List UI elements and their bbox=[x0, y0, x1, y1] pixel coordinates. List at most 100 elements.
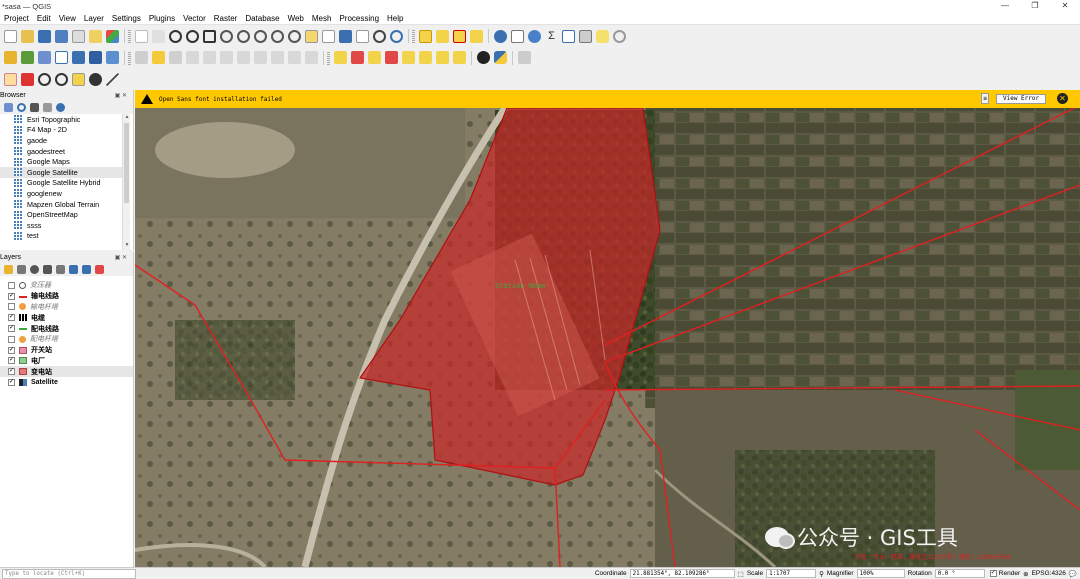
crs-label[interactable]: EPSG:4326 bbox=[1032, 570, 1066, 577]
collapse-all-icon[interactable] bbox=[43, 102, 52, 112]
zoom-full-icon[interactable] bbox=[203, 29, 216, 43]
open-layer-styling-icon[interactable] bbox=[4, 264, 13, 274]
map-tips-icon[interactable] bbox=[596, 29, 609, 43]
undo-icon[interactable] bbox=[288, 51, 301, 64]
zoom-selection-icon[interactable] bbox=[220, 29, 233, 43]
expand-all-icon[interactable] bbox=[69, 264, 78, 274]
browser-item[interactable]: gaode bbox=[0, 135, 124, 146]
layer-visibility-checkbox[interactable]: ✓ bbox=[8, 325, 15, 333]
bookmark-icon[interactable] bbox=[339, 29, 352, 43]
layer-visibility-checkbox[interactable] bbox=[8, 335, 15, 343]
zoom-to-point-icon[interactable] bbox=[55, 72, 68, 86]
browser-item[interactable]: Esri Topographic bbox=[0, 114, 124, 125]
zoom-out-icon[interactable] bbox=[186, 29, 199, 43]
measure-icon[interactable] bbox=[579, 29, 592, 43]
remove-layer-icon[interactable] bbox=[95, 264, 104, 274]
panel-float-close-icon[interactable]: ▣ ✕ bbox=[115, 254, 133, 261]
menu-view[interactable]: View bbox=[55, 12, 80, 25]
message-menu-icon[interactable]: ≡ bbox=[981, 93, 989, 104]
panel-float-close-icon[interactable]: ▣ ✕ bbox=[115, 92, 133, 99]
select-by-value-icon[interactable] bbox=[436, 29, 449, 43]
view-error-button[interactable]: View Error bbox=[996, 94, 1047, 104]
close-window-button[interactable]: ✕ bbox=[1050, 0, 1080, 12]
vertex-tool-icon[interactable] bbox=[203, 51, 216, 64]
coordinate-field[interactable]: 21.881354°, 82.109286° bbox=[629, 569, 735, 578]
save-project-icon[interactable] bbox=[38, 29, 51, 43]
toggle-editing-icon[interactable] bbox=[152, 51, 165, 64]
layer-item[interactable]: 配电杆塔 bbox=[0, 334, 133, 345]
locator-search-input[interactable]: Type to locate (Ctrl+K) bbox=[2, 568, 136, 579]
select-feature-icon[interactable] bbox=[419, 29, 432, 43]
browser-scrollbar[interactable]: ▲ ▼ bbox=[122, 114, 130, 250]
save-as-icon[interactable] bbox=[55, 29, 68, 43]
copy-features-icon[interactable] bbox=[254, 51, 267, 64]
properties-icon[interactable] bbox=[56, 102, 65, 112]
menu-raster[interactable]: Raster bbox=[210, 12, 242, 25]
layer-visibility-checkbox[interactable]: ✓ bbox=[8, 314, 15, 322]
layer-visibility-checkbox[interactable]: ✓ bbox=[8, 346, 15, 354]
layer-visibility-checkbox[interactable] bbox=[8, 281, 15, 289]
zoom-last-icon[interactable] bbox=[271, 29, 284, 43]
magnifier-field[interactable]: 100% bbox=[856, 569, 905, 578]
browser-item[interactable]: test bbox=[0, 231, 124, 242]
add-mesh-layer-icon[interactable] bbox=[89, 51, 102, 64]
settings-icon[interactable] bbox=[613, 29, 626, 43]
layer-item[interactable]: ✓ 输电线路 bbox=[0, 291, 133, 302]
render-checkbox[interactable]: ✓ bbox=[989, 570, 997, 577]
add-vector-layer-icon[interactable] bbox=[21, 51, 34, 64]
layer-item[interactable]: ✓ 开关站 bbox=[0, 345, 133, 356]
delete-selected-icon[interactable] bbox=[220, 51, 233, 64]
menu-database[interactable]: Database bbox=[241, 12, 283, 25]
layer-item[interactable]: ✓ 电缆 bbox=[0, 312, 133, 323]
browser-item[interactable]: googlenew bbox=[0, 188, 124, 199]
label-move-icon[interactable] bbox=[402, 51, 415, 64]
add-selected-icon[interactable] bbox=[4, 102, 13, 112]
select-frame-icon[interactable] bbox=[72, 72, 85, 86]
browser-item[interactable]: Google Satellite Hybrid bbox=[0, 178, 124, 189]
temporal-controller-icon[interactable] bbox=[373, 29, 386, 43]
digitize-icon[interactable] bbox=[186, 51, 199, 64]
filter-browser-icon[interactable] bbox=[30, 102, 39, 112]
show-bookmarks-icon[interactable] bbox=[356, 29, 369, 43]
menu-layer[interactable]: Layer bbox=[80, 12, 108, 25]
crs-icon[interactable]: ⊕ bbox=[1023, 570, 1028, 578]
menu-settings[interactable]: Settings bbox=[108, 12, 145, 25]
refresh-icon[interactable] bbox=[390, 29, 403, 43]
field-calculator-icon[interactable] bbox=[528, 29, 541, 43]
menu-plugins[interactable]: Plugins bbox=[145, 12, 179, 25]
manage-themes-icon[interactable] bbox=[30, 264, 39, 274]
attribute-table-icon[interactable] bbox=[511, 29, 524, 43]
filter-legend-icon[interactable] bbox=[43, 264, 52, 274]
messages-icon[interactable]: 💬 bbox=[1069, 570, 1077, 578]
new-project-icon[interactable] bbox=[4, 29, 17, 43]
layer-item[interactable]: ✓ 变电站 bbox=[0, 366, 133, 378]
style-manager-icon[interactable] bbox=[106, 29, 119, 43]
filter-expression-icon[interactable] bbox=[56, 264, 65, 274]
menu-project[interactable]: Project bbox=[0, 12, 33, 25]
view-globe-icon[interactable] bbox=[89, 72, 102, 86]
pan-icon[interactable] bbox=[135, 29, 148, 43]
layer-item[interactable]: ✓ 电厂 bbox=[0, 356, 133, 367]
label-properties-icon[interactable] bbox=[436, 51, 449, 64]
open-table-icon[interactable] bbox=[562, 29, 575, 43]
layer-item[interactable]: 输电杆塔 bbox=[0, 302, 133, 313]
layer-visibility-checkbox[interactable]: ✓ bbox=[8, 368, 15, 376]
menu-edit[interactable]: Edit bbox=[33, 12, 55, 25]
browser-item[interactable]: F4 Map - 2D bbox=[0, 125, 124, 136]
menu-mesh[interactable]: Mesh bbox=[308, 12, 336, 25]
print-layout-icon[interactable] bbox=[72, 29, 85, 43]
browser-item[interactable]: Google Maps bbox=[0, 156, 124, 167]
add-wms-layer-icon[interactable] bbox=[72, 51, 85, 64]
toolbox-icon[interactable] bbox=[518, 51, 531, 64]
layer-visibility-checkbox[interactable] bbox=[8, 303, 15, 311]
minimize-button[interactable]: — bbox=[990, 0, 1020, 12]
rotation-field[interactable]: 0.0 ° bbox=[934, 569, 985, 578]
maximize-button[interactable]: ❐ bbox=[1020, 0, 1050, 12]
zoom-in-icon[interactable] bbox=[169, 29, 182, 43]
scale-field[interactable]: 1:1707 bbox=[766, 569, 817, 578]
data-source-manager-icon[interactable] bbox=[4, 51, 17, 64]
add-raster-layer-icon[interactable] bbox=[38, 51, 51, 64]
zoom-next-icon[interactable] bbox=[288, 29, 301, 43]
layout-manager-icon[interactable] bbox=[89, 29, 102, 43]
identify-icon[interactable] bbox=[494, 29, 507, 43]
